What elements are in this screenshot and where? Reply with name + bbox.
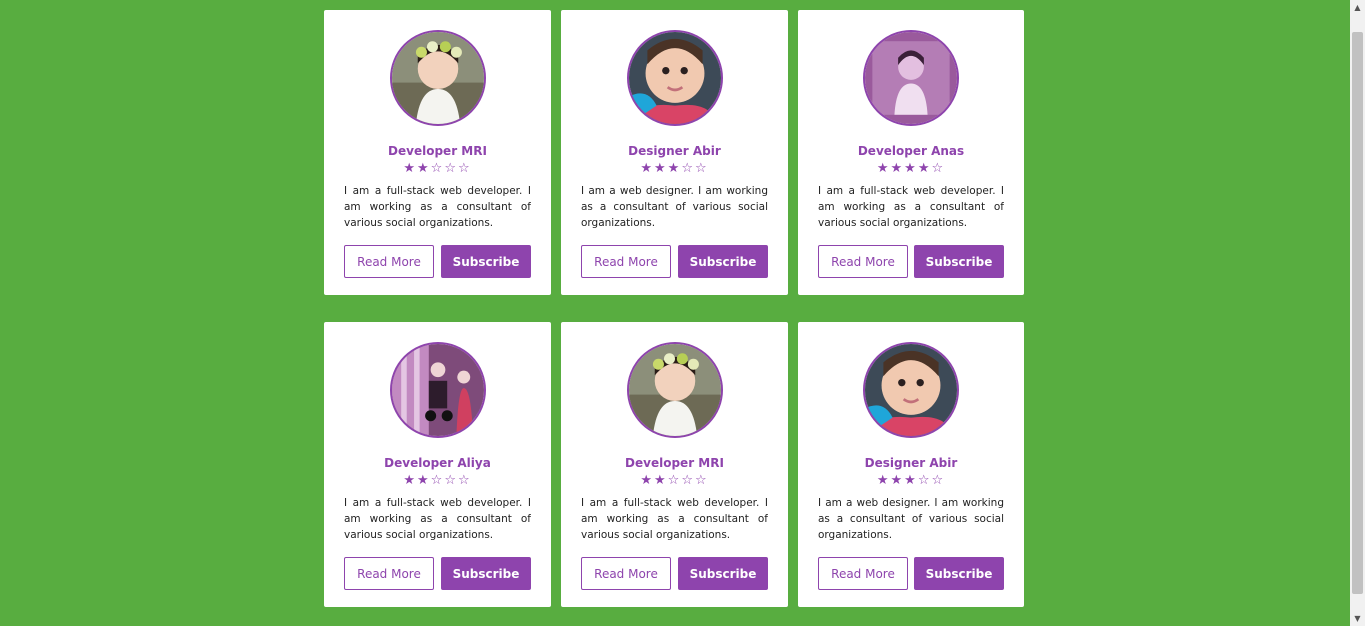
- profile-description: I am a full-stack web developer. I am wo…: [581, 497, 768, 541]
- scrollbar-thumb[interactable]: [1352, 32, 1363, 594]
- star-empty-icon: ☆: [694, 473, 709, 488]
- profile-description: I am a full-stack web developer. I am wo…: [818, 185, 1004, 229]
- subscribe-button[interactable]: Subscribe: [914, 245, 1004, 278]
- avatar: [863, 30, 959, 126]
- star-empty-icon: ☆: [917, 473, 932, 488]
- avatar: [389, 30, 486, 126]
- read-more-button[interactable]: Read More: [344, 245, 434, 278]
- profile-name: Developer MRI: [388, 144, 487, 158]
- star-empty-icon: ☆: [694, 161, 709, 176]
- read-more-button[interactable]: Read More: [581, 557, 671, 590]
- scroll-down-arrow-icon[interactable]: ▼: [1350, 611, 1365, 626]
- star-filled-icon: ★: [417, 473, 431, 488]
- avatar: [389, 342, 486, 438]
- star-filled-icon: ★: [417, 161, 431, 176]
- star-rating: ★★★☆☆: [818, 473, 1004, 489]
- star-rating: ★★★★☆: [818, 161, 1004, 177]
- profile-name: Developer MRI: [625, 456, 724, 470]
- star-filled-icon: ★: [667, 161, 682, 176]
- avatar: [626, 342, 723, 438]
- profile-card: Developer Aliya ★★☆☆☆ I am a full-stack …: [324, 322, 551, 607]
- star-empty-icon: ☆: [931, 473, 946, 488]
- read-more-button[interactable]: Read More: [818, 557, 908, 590]
- star-filled-icon: ★: [640, 473, 655, 488]
- card-actions: Read More Subscribe: [818, 245, 1004, 278]
- profile-card: Designer Abir ★★★☆☆ I am a web designer.…: [798, 322, 1024, 607]
- profile-name: Designer Abir: [864, 456, 958, 470]
- star-filled-icon: ★: [654, 473, 668, 488]
- star-empty-icon: ☆: [681, 473, 695, 488]
- profile-card: Developer MRI ★★☆☆☆ I am a full-stack we…: [324, 10, 551, 295]
- profile-description: I am a web designer. I am working as a c…: [581, 185, 768, 229]
- read-more-button[interactable]: Read More: [344, 557, 434, 590]
- star-filled-icon: ★: [890, 473, 905, 488]
- star-empty-icon: ☆: [931, 161, 946, 176]
- star-filled-icon: ★: [403, 161, 418, 176]
- star-filled-icon: ★: [890, 161, 905, 176]
- star-empty-icon: ☆: [444, 473, 458, 488]
- star-rating: ★★☆☆☆: [344, 473, 531, 489]
- subscribe-button[interactable]: Subscribe: [678, 557, 768, 590]
- star-empty-icon: ☆: [444, 161, 458, 176]
- profile-description: I am a full-stack web developer. I am wo…: [344, 185, 531, 229]
- star-filled-icon: ★: [904, 473, 918, 488]
- card-actions: Read More Subscribe: [818, 557, 1004, 590]
- profile-card: Designer Abir ★★★☆☆ I am a web designer.…: [561, 10, 788, 295]
- star-filled-icon: ★: [876, 473, 891, 488]
- star-empty-icon: ☆: [681, 161, 695, 176]
- star-filled-icon: ★: [403, 473, 418, 488]
- star-rating: ★★☆☆☆: [581, 473, 768, 489]
- star-filled-icon: ★: [876, 161, 891, 176]
- read-more-button[interactable]: Read More: [581, 245, 671, 278]
- scroll-up-arrow-icon[interactable]: ▲: [1350, 0, 1365, 15]
- star-filled-icon: ★: [917, 161, 932, 176]
- avatar: [626, 30, 723, 126]
- profile-name: Developer Aliya: [384, 456, 491, 470]
- profile-name: Developer Anas: [857, 144, 965, 158]
- star-filled-icon: ★: [904, 161, 918, 176]
- profile-description: I am a full-stack web developer. I am wo…: [344, 497, 531, 541]
- star-empty-icon: ☆: [430, 161, 445, 176]
- star-empty-icon: ☆: [430, 473, 445, 488]
- star-filled-icon: ★: [640, 161, 655, 176]
- star-rating: ★★★☆☆: [581, 161, 768, 177]
- read-more-button[interactable]: Read More: [818, 245, 908, 278]
- star-empty-icon: ☆: [457, 161, 472, 176]
- card-actions: Read More Subscribe: [581, 557, 768, 590]
- subscribe-button[interactable]: Subscribe: [914, 557, 1004, 590]
- star-rating: ★★☆☆☆: [344, 161, 531, 177]
- profile-card-grid: Developer MRI ★★☆☆☆ I am a full-stack we…: [324, 10, 1024, 607]
- subscribe-button[interactable]: Subscribe: [678, 245, 768, 278]
- vertical-scrollbar[interactable]: ▲ ▼: [1350, 0, 1365, 626]
- star-filled-icon: ★: [654, 161, 668, 176]
- card-actions: Read More Subscribe: [344, 557, 531, 590]
- subscribe-button[interactable]: Subscribe: [441, 557, 531, 590]
- profile-name: Designer Abir: [628, 144, 721, 158]
- card-actions: Read More Subscribe: [581, 245, 768, 278]
- profile-description: I am a web designer. I am working as a c…: [818, 497, 1004, 541]
- subscribe-button[interactable]: Subscribe: [441, 245, 531, 278]
- star-empty-icon: ☆: [667, 473, 682, 488]
- avatar: [863, 342, 959, 438]
- profile-card: Developer MRI ★★☆☆☆ I am a full-stack we…: [561, 322, 788, 607]
- profile-card: Developer Anas ★★★★☆ I am a full-stack w…: [798, 10, 1024, 295]
- card-actions: Read More Subscribe: [344, 245, 531, 278]
- star-empty-icon: ☆: [457, 473, 472, 488]
